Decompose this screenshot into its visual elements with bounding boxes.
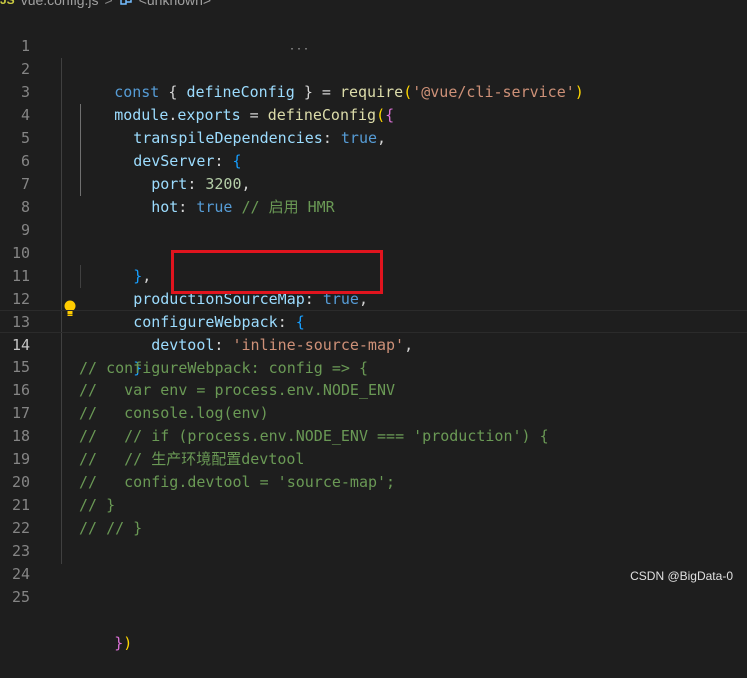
code-line: 5 port: 3200, [0, 104, 747, 193]
code-line: 11 configureWebpack: { [0, 242, 747, 331]
code-line: 7 [0, 150, 747, 193]
code-line: 9 }, [0, 196, 747, 285]
code-line: 18 // // 生产环境配置devtool [0, 402, 747, 468]
code-line: 19 // config.devtool = 'source-map'; [0, 425, 747, 491]
code-line: 1 const { defineConfig } = require('@vue… [0, 12, 747, 101]
code-line: 13 } [0, 288, 747, 377]
code-line: 4 devServer: { [0, 81, 747, 170]
breadcrumb: JS vue.config.js > <unknown> [0, 0, 747, 8]
token: } [114, 634, 124, 652]
code-line: 16 // console.log(env) [0, 356, 747, 422]
breadcrumb-separator: > [104, 0, 113, 8]
line-number: 25 [11, 588, 30, 606]
breadcrumb-file[interactable]: vue.config.js [21, 0, 99, 8]
code-line: 10 productionSourceMap: true, [0, 219, 747, 308]
code-line: 3 transpileDependencies: true, [0, 58, 747, 147]
code-line: 23 [0, 517, 747, 560]
breadcrumb-symbol[interactable]: <unknown> [139, 0, 211, 8]
code-line: 12 devtool: 'inline-source-map', [0, 265, 747, 354]
code-line: 8 [0, 173, 747, 216]
code-line: 2 module.exports = defineConfig({ [0, 35, 747, 124]
symbol-icon [119, 0, 133, 8]
code-line: 22 [0, 494, 747, 537]
code-line: 21 // // } [0, 471, 747, 537]
code-line: 15 // var env = process.env.NODE_ENV [0, 333, 747, 399]
code-line-current: 14 // configureWebpack: config => { [0, 310, 747, 377]
js-file-icon: JS [0, 0, 15, 7]
watermark: CSDN @BigData-0 [630, 569, 733, 583]
code-editor[interactable]: 1 const { defineConfig } = require('@vue… [0, 12, 747, 652]
token: ) [123, 634, 133, 652]
code-line: 6 hot: true // 启用 HMR [0, 127, 747, 216]
code-line: 17 // // if (process.env.NODE_ENV === 'p… [0, 379, 747, 445]
code-line: 24 [0, 540, 747, 583]
code-line: 20 // } [0, 448, 747, 514]
